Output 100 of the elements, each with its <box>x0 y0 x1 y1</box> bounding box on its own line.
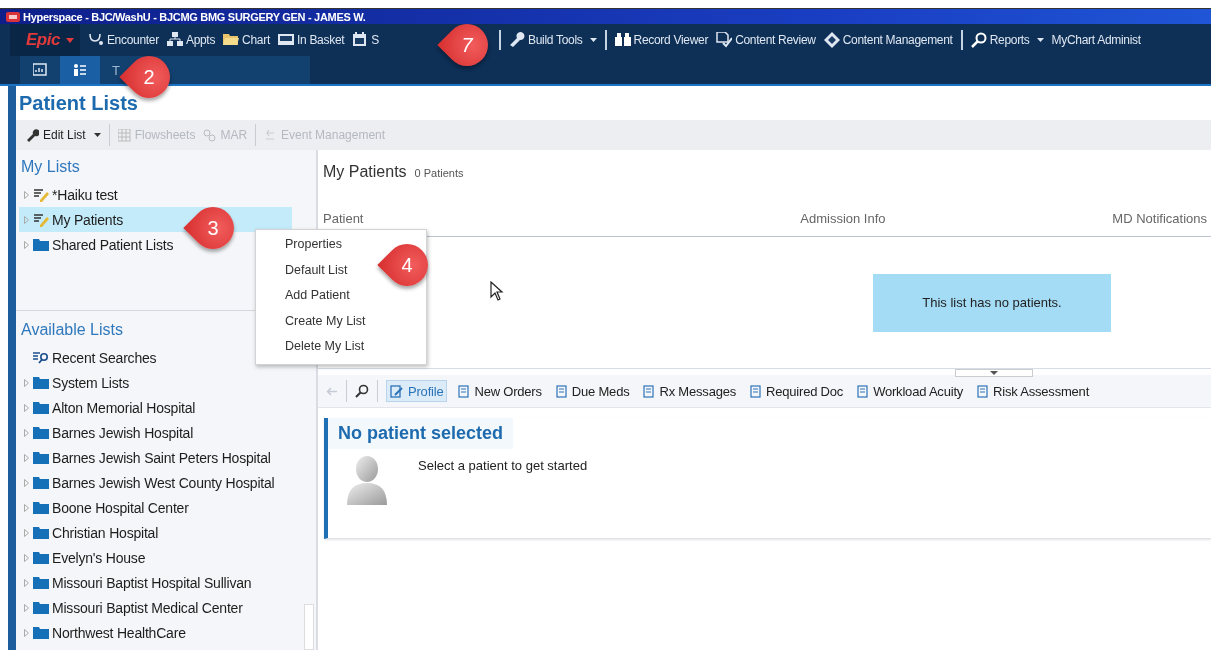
window-title: Hyperspace - BJC/WashU - BJCMG BMG SURGERY GEN - JAMES W. <box>23 10 366 23</box>
search-icon <box>355 384 369 398</box>
menu-item[interactable]: In Basket <box>277 32 345 48</box>
back-arrow-icon <box>326 386 338 396</box>
tree-item[interactable]: Evelyn's House <box>19 545 304 570</box>
folder-icon <box>223 32 240 48</box>
document-check-icon <box>716 32 733 48</box>
report-tab[interactable]: Profile <box>386 380 448 402</box>
report-tab[interactable]: Risk Assessment <box>974 380 1093 402</box>
grid-icon <box>117 128 131 142</box>
folder-icon <box>33 401 49 414</box>
edit-list-icon <box>33 187 49 202</box>
person-list-icon <box>73 63 87 77</box>
folder-icon <box>33 626 49 639</box>
empty-message: This list has no patients. <box>873 273 1111 332</box>
menu-item[interactable]: Appts <box>166 32 216 48</box>
folder-icon <box>33 501 49 514</box>
column-header[interactable]: MD Notifications <box>1112 211 1207 236</box>
report-tab[interactable]: New Orders <box>455 380 545 402</box>
menu-item[interactable]: Delete My List <box>285 334 365 360</box>
folder-icon <box>33 601 49 614</box>
menu-item[interactable]: Record Viewer <box>614 32 709 48</box>
chart-icon <box>33 63 47 77</box>
tree-item[interactable]: System Lists <box>19 370 304 395</box>
expand-icon <box>24 190 29 199</box>
tree-item[interactable]: Missouri Baptist Hospital Sullivan <box>19 570 304 595</box>
menu-item[interactable]: Add Patient <box>285 283 350 309</box>
document-icon <box>857 384 869 398</box>
patient-count: 0 Patients <box>414 167 464 179</box>
tree-item[interactable]: Barnes Jewish Saint Peters Hospital <box>19 445 304 470</box>
tree-item[interactable]: Barnes Jewish West County Hospital <box>19 470 304 495</box>
document-icon <box>555 384 567 398</box>
edit-document-icon <box>390 384 403 398</box>
search-icon <box>970 32 987 48</box>
column-header[interactable]: Admission Info <box>800 211 886 236</box>
section-title: Available Lists <box>21 321 123 339</box>
folder-icon <box>33 426 49 439</box>
menu-item[interactable]: MyChart Administ <box>1051 33 1141 47</box>
scrollbar[interactable] <box>304 604 314 650</box>
folder-icon <box>33 551 49 564</box>
avatar-icon <box>346 455 388 505</box>
tree-item[interactable]: Barnes Jewish Hospital <box>19 420 304 445</box>
edit-list-icon <box>33 212 49 227</box>
cursor-icon <box>490 281 504 301</box>
expand-icon <box>24 553 29 562</box>
expand-icon <box>24 403 29 412</box>
caret-icon <box>65 37 74 43</box>
diamond-icon <box>823 32 840 48</box>
tree-item[interactable]: Missouri Baptist Medical Center <box>19 595 304 620</box>
folder-icon <box>33 451 49 464</box>
folder-icon <box>33 376 49 389</box>
expand-icon <box>24 478 29 487</box>
folder-icon <box>33 238 49 251</box>
activity-tab[interactable]: T <box>100 56 120 84</box>
folder-icon <box>33 526 49 539</box>
expand-icon <box>24 240 29 249</box>
report-tab[interactable]: Due Meds <box>552 380 633 402</box>
tree-item[interactable]: Northwest HealthCare <box>19 620 304 645</box>
binoculars-icon <box>614 32 631 48</box>
search-list-icon <box>33 351 49 364</box>
network-icon <box>166 32 183 48</box>
menu-item[interactable]: Chart <box>223 32 270 48</box>
report-tab[interactable]: Workload Acuity <box>854 380 967 402</box>
tree-item[interactable]: Alton Memorial Hospital <box>19 395 304 420</box>
expand-icon <box>24 628 29 637</box>
epic-menu-button[interactable]: Epic <box>10 24 80 56</box>
card-title: No patient selected <box>328 418 514 449</box>
menu-item[interactable]: Reports <box>970 32 1044 48</box>
folder-icon <box>33 576 49 589</box>
list-title: My Patients <box>323 163 407 181</box>
stethoscope-icon <box>87 32 104 48</box>
menu-item[interactable]: Create My List <box>285 308 366 334</box>
menu-item[interactable]: Encounter <box>87 32 159 48</box>
expand-icon <box>24 378 29 387</box>
menu-item[interactable]: Properties <box>285 232 342 258</box>
inbox-icon <box>277 32 294 48</box>
toolbar-button[interactable]: Edit List <box>26 128 101 142</box>
tree-item[interactable]: Boone Hospital Center <box>19 495 304 520</box>
menu-item[interactable]: Default List <box>285 257 348 283</box>
expand-icon <box>24 215 29 224</box>
section-title: My Lists <box>21 158 80 176</box>
menu-item[interactable]: S <box>352 32 379 48</box>
tree-item[interactable]: Christian Hospital <box>19 520 304 545</box>
document-icon <box>750 384 762 398</box>
calendar-icon <box>352 32 369 48</box>
menu-item[interactable]: Build Tools <box>509 32 597 48</box>
menu-item[interactable]: Content Review <box>716 32 816 48</box>
report-tab[interactable]: Required Doc <box>747 380 847 402</box>
activity-tab[interactable] <box>60 56 100 84</box>
document-icon <box>458 384 470 398</box>
report-tab[interactable]: Rx Messages <box>640 380 740 402</box>
expand-icon <box>24 428 29 437</box>
expand-icon <box>24 528 29 537</box>
document-icon <box>977 384 989 398</box>
expand-icon <box>24 603 29 612</box>
menu-item[interactable]: Content Management <box>823 32 953 48</box>
wrench-icon <box>26 128 39 142</box>
expand-icon <box>24 578 29 587</box>
expand-icon <box>24 503 29 512</box>
document-icon <box>643 384 655 398</box>
